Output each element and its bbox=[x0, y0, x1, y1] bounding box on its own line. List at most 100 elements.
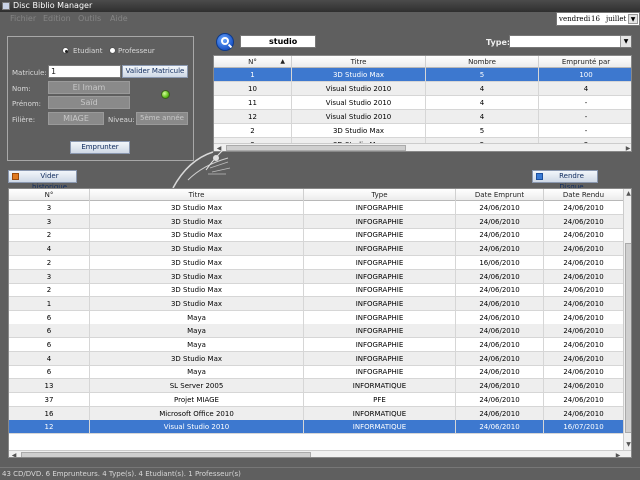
search-button[interactable] bbox=[216, 33, 234, 51]
table-cell: 24/06/2010 bbox=[456, 338, 544, 352]
table-cell: 24/06/2010 bbox=[456, 351, 544, 366]
col-count[interactable]: Nombre bbox=[426, 56, 539, 68]
table-cell: 3D Studio Max bbox=[90, 242, 304, 257]
table-cell: 24/06/2010 bbox=[456, 201, 544, 215]
table-cell: INFOGRAPHIE bbox=[304, 324, 456, 339]
search-input[interactable]: studio bbox=[240, 35, 316, 48]
table-cell: Visual Studio 2010 bbox=[292, 96, 426, 110]
table-cell: Maya bbox=[90, 310, 304, 325]
table-cell: 24/06/2010 bbox=[456, 365, 544, 380]
table-row[interactable]: 6 Maya INFOGRAPHIE 24/06/2010 24/06/2010 bbox=[9, 310, 623, 325]
table-cell: Microsoft Office 2010 bbox=[90, 406, 304, 421]
menu-edition[interactable]: Edition bbox=[43, 14, 71, 23]
table-cell: - bbox=[584, 127, 588, 135]
col-number[interactable]: N° ▲ bbox=[214, 56, 292, 68]
table-cell: 3D Studio Max bbox=[90, 283, 304, 298]
radio-student[interactable] bbox=[62, 47, 69, 54]
table-row[interactable]: 2 3D Studio Max INFOGRAPHIE 24/06/2010 24/06… bbox=[9, 283, 623, 298]
table-row[interactable]: 11 Visual Studio 2010 4 - bbox=[214, 96, 631, 110]
table-row[interactable]: 2 3D Studio Max 5 - bbox=[214, 124, 631, 138]
table-cell: Visual Studio 2010 bbox=[292, 110, 426, 124]
scroll-thumb[interactable] bbox=[226, 145, 406, 151]
scroll-right-icon[interactable]: ▶ bbox=[613, 451, 623, 457]
table-row[interactable]: 6 Maya INFOGRAPHIE 24/06/2010 24/06/2010 bbox=[9, 338, 623, 352]
table-cell: 12 bbox=[9, 420, 90, 435]
table-cell: INFOGRAPHIE bbox=[304, 255, 456, 270]
radio-professor[interactable] bbox=[109, 47, 116, 54]
scroll-thumb[interactable] bbox=[625, 243, 631, 433]
table-row[interactable]: 3 3D Studio Max INFOGRAPHIE 24/06/2010 24/06… bbox=[9, 201, 623, 215]
scroll-up-icon[interactable]: ▲ bbox=[624, 189, 631, 199]
menu-outils[interactable]: Outils bbox=[78, 14, 101, 23]
table-cell: 3 bbox=[9, 214, 90, 229]
clear-history-button[interactable]: Vider historique bbox=[8, 170, 77, 191]
matricule-input[interactable]: 1 bbox=[48, 65, 121, 78]
table-row[interactable]: 6 Maya INFOGRAPHIE 24/06/2010 24/06/2010 bbox=[9, 365, 623, 380]
table-cell: 24/06/2010 bbox=[456, 379, 544, 394]
table-cell: 16 bbox=[9, 406, 90, 421]
table-row[interactable]: 1 3D Studio Max INFOGRAPHIE 24/06/2010 24/06… bbox=[9, 296, 623, 311]
table-cell: 1 bbox=[9, 296, 90, 311]
table-cell: 3 bbox=[9, 201, 90, 215]
table-row[interactable]: 13 SL Server 2005 INFORMATIQUE 24/06/2010 24… bbox=[9, 379, 623, 394]
return-disc-button[interactable]: Rendre Disque bbox=[532, 170, 598, 191]
table-row[interactable]: 37 Projet MIAGE PFE 24/06/2010 24/06/2010 bbox=[9, 392, 623, 407]
horizontal-scrollbar[interactable]: ◀ ▶ bbox=[214, 143, 631, 151]
horizontal-scrollbar[interactable]: ◀ ▶ bbox=[9, 450, 631, 457]
col-number[interactable]: N° bbox=[9, 189, 90, 201]
table-header: N° ▲ Titre Nombre Emprunté par bbox=[214, 56, 631, 68]
table-row[interactable]: 16 Microsoft Office 2010 INFORMATIQUE 24/06… bbox=[9, 406, 623, 421]
table-cell: 3 bbox=[9, 269, 90, 284]
table-cell: 3D Studio Max bbox=[292, 124, 426, 138]
table-cell: 6 bbox=[9, 338, 90, 352]
table-row[interactable]: 2 3D Studio Max INFOGRAPHIE 24/06/2010 24/06… bbox=[9, 228, 623, 243]
scroll-down-icon[interactable]: ▼ bbox=[624, 440, 631, 450]
filiere-label: Filière: bbox=[12, 116, 36, 124]
table-cell: INFOGRAPHIE bbox=[304, 242, 456, 257]
chevron-down-icon[interactable]: ▼ bbox=[628, 14, 638, 24]
col-title[interactable]: Titre bbox=[292, 56, 426, 68]
radio-student-label: Etudiant bbox=[73, 47, 103, 55]
scroll-left-icon[interactable]: ◀ bbox=[9, 451, 19, 457]
scroll-thumb[interactable] bbox=[21, 452, 311, 457]
table-row[interactable]: 3 3D Studio Max INFOGRAPHIE 24/06/2010 24/06… bbox=[9, 269, 623, 284]
table-cell: 24/06/2010 bbox=[563, 217, 604, 226]
vertical-scrollbar[interactable]: ▲ ▼ bbox=[623, 189, 631, 450]
validate-matricule-button[interactable]: Valider Matricule bbox=[122, 65, 188, 78]
type-select[interactable]: ▼ bbox=[509, 35, 632, 48]
scroll-right-icon[interactable]: ▶ bbox=[623, 144, 631, 151]
chevron-down-icon[interactable]: ▼ bbox=[620, 36, 631, 47]
table-row[interactable]: 3 3D Studio Max INFOGRAPHIE 24/06/2010 24/06… bbox=[9, 214, 623, 229]
table-row[interactable]: 1 3D Studio Max 5 100 bbox=[214, 68, 631, 82]
menu-fichier[interactable]: Fichier bbox=[10, 14, 36, 23]
table-cell: Visual Studio 2010 bbox=[292, 82, 426, 96]
date-picker[interactable]: vendredi 16 juillet ▼ bbox=[556, 12, 640, 26]
table-row[interactable]: 10 Visual Studio 2010 4 4 bbox=[214, 82, 631, 96]
col-return-date[interactable]: Date Rendu bbox=[544, 189, 623, 201]
table-cell: 24/06/2010 bbox=[456, 269, 544, 284]
table-row[interactable]: 6 Maya INFOGRAPHIE 24/06/2010 24/06/2010 bbox=[9, 324, 623, 339]
clear-icon bbox=[12, 173, 19, 180]
table-cell: 24/06/2010 bbox=[563, 354, 604, 363]
table-row[interactable]: 4 3D Studio Max INFOGRAPHIE 24/06/2010 24/06… bbox=[9, 242, 623, 257]
table-cell: 13 bbox=[9, 379, 90, 394]
col-borrow-date[interactable]: Date Emprunt bbox=[456, 189, 544, 201]
table-cell: 24/06/2010 bbox=[563, 313, 604, 322]
col-title[interactable]: Titre bbox=[90, 189, 304, 201]
table-row[interactable]: 4 3D Studio Max INFOGRAPHIE 24/06/2010 24/06… bbox=[9, 351, 623, 366]
table-row[interactable]: 12 Visual Studio 2010 4 - bbox=[214, 110, 631, 124]
table-cell: INFOGRAPHIE bbox=[304, 228, 456, 243]
type-label: Type: bbox=[486, 38, 511, 47]
col-type[interactable]: Type bbox=[304, 189, 456, 201]
table-row[interactable]: 12 Visual Studio 2010 INFORMATIQUE 24/06/20… bbox=[9, 420, 623, 435]
table-cell: 2 bbox=[214, 124, 292, 138]
menu-aide[interactable]: Aide bbox=[110, 14, 128, 23]
table-row[interactable]: 2 3D Studio Max INFOGRAPHIE 16/06/2010 24/06… bbox=[9, 255, 623, 270]
status-bar: 43 CD/DVD. 6 Emprunteurs. 4 Type(s). 4 E… bbox=[0, 467, 640, 480]
borrow-button[interactable]: Emprunter bbox=[70, 141, 130, 154]
borrower-panel: Etudiant Professeur Matricule: 1 Valider… bbox=[7, 36, 194, 161]
table-cell: Projet MIAGE bbox=[90, 392, 304, 407]
table-cell: 24/06/2010 bbox=[563, 341, 604, 349]
col-borrowed-by[interactable]: Emprunté par bbox=[539, 56, 631, 68]
table-cell: 24/06/2010 bbox=[563, 299, 604, 308]
